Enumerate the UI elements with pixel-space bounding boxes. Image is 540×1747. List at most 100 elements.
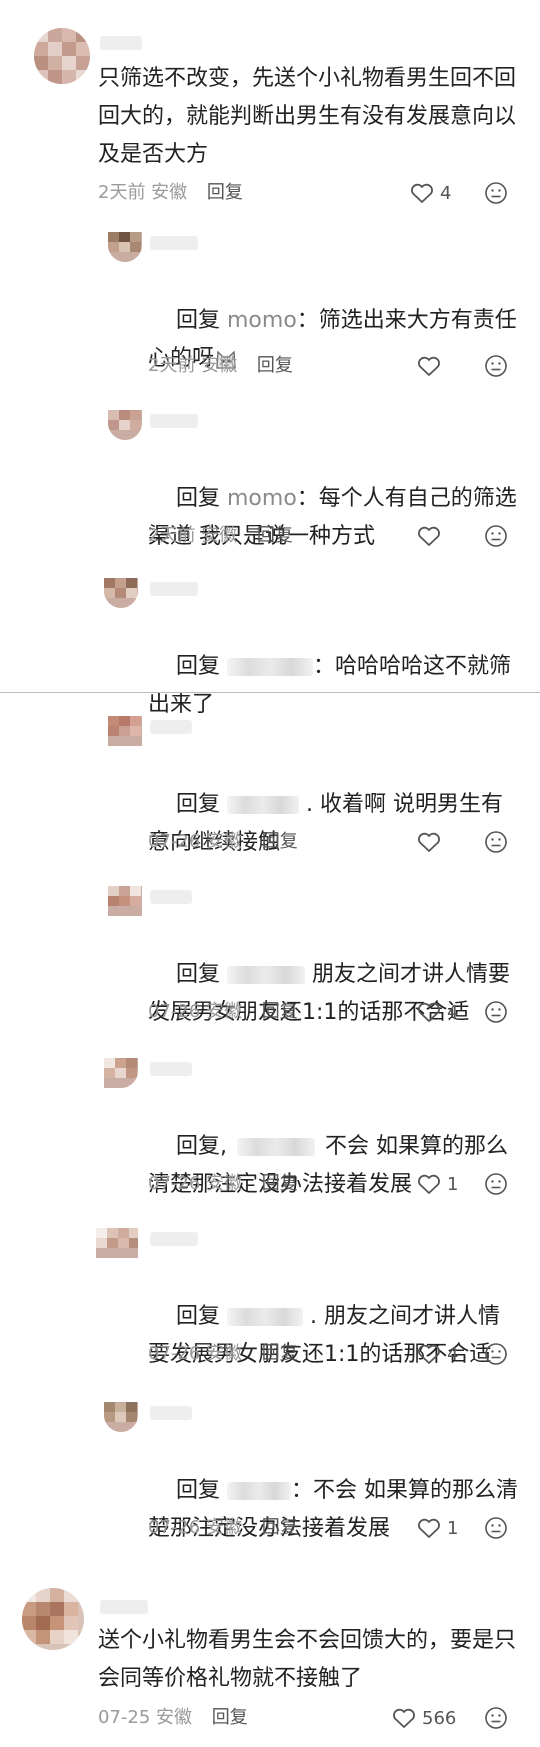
heart-icon	[393, 1708, 415, 1728]
reply-item: 回复 ：不会 如果算的那么清楚那注定没办法接着发展 07-26 安徽 回复 1	[0, 1402, 540, 1552]
reply-button[interactable]: 回复	[262, 1343, 298, 1364]
reply-button[interactable]: 回复	[262, 1173, 298, 1194]
comment-time-location: 07-25 安徽	[98, 1707, 193, 1728]
reply-button[interactable]: 回复	[207, 182, 243, 203]
reply-button[interactable]: 回复	[257, 355, 293, 376]
reply-meta: 2天前 安徽 回复	[148, 525, 293, 546]
reply-meta: 07-26 安徽 回复	[148, 1343, 298, 1364]
username[interactable]	[150, 1406, 192, 1420]
reply-target-blurred[interactable]	[227, 1482, 291, 1500]
username[interactable]	[150, 1232, 198, 1246]
comment-text: 送个小礼物看男生会不会回馈大的，要是只会同等价格礼物就不接触了	[98, 1628, 517, 1691]
reply-button[interactable]: 回复	[262, 1517, 298, 1538]
like-button[interactable]	[417, 829, 441, 855]
reply-text: 回复 . 收着啊 说明男生有意向继续接触	[148, 792, 503, 855]
heart-icon	[418, 356, 440, 376]
like-button[interactable]	[417, 353, 441, 379]
username[interactable]	[150, 414, 198, 428]
section-divider	[0, 692, 540, 693]
like-button[interactable]: 1	[417, 1515, 458, 1541]
avatar[interactable]	[104, 1402, 138, 1432]
dislike-icon[interactable]	[484, 1516, 508, 1540]
comment-item: 只筛选不改变，先送个小礼物看男生回不回回大的，就能判断出男生有没有发展意向以及是…	[0, 0, 540, 204]
reply-item: 回复 momo：每个人有自己的筛选渠道 我只是说一种方式 2天前 安徽 回复	[0, 410, 540, 560]
like-button[interactable]: 4	[417, 999, 458, 1025]
username[interactable]	[100, 1600, 148, 1614]
like-button[interactable]: 1	[417, 1171, 458, 1197]
heart-icon	[418, 1174, 440, 1194]
like-count: 4	[447, 1001, 459, 1023]
like-button[interactable]	[417, 523, 441, 549]
avatar[interactable]	[108, 716, 142, 746]
dislike-icon[interactable]	[484, 1000, 508, 1024]
comment-time-location: 2天前 安徽	[98, 182, 188, 203]
reply-target[interactable]: momo	[227, 308, 297, 333]
reply-button[interactable]: 回复	[257, 525, 293, 546]
reply-meta: 07-26 安徽 回复	[148, 1517, 298, 1538]
avatar[interactable]	[96, 1228, 138, 1258]
avatar[interactable]	[108, 232, 142, 262]
dislike-icon[interactable]	[484, 1342, 508, 1366]
like-button[interactable]: 566	[392, 1705, 456, 1731]
reply-target-blurred[interactable]	[227, 658, 313, 676]
username[interactable]	[100, 36, 142, 50]
reply-target[interactable]: momo	[227, 486, 297, 511]
like-count: 4	[447, 1343, 459, 1365]
reply-meta: 07-26 安徽 回复	[148, 1001, 298, 1022]
reply-text: 回复 momo：每个人有自己的筛选渠道 我只是说一种方式	[148, 486, 517, 549]
comment-meta: 2天前 安徽 回复	[98, 180, 243, 206]
heart-icon	[418, 1518, 440, 1538]
username[interactable]	[150, 1062, 192, 1076]
dislike-icon[interactable]	[484, 1172, 508, 1196]
heart-icon	[411, 183, 433, 203]
reply-button[interactable]: 回复	[212, 1707, 248, 1728]
avatar[interactable]	[108, 886, 142, 916]
reply-text: 回复 . 朋友之间才讲人情要发展男女朋友还1:1的话那不合适	[148, 1304, 500, 1367]
like-count: 1	[447, 1517, 459, 1539]
reply-text: 回复, 不会 如果算的那么清楚那注定没办法接着发展	[148, 1134, 508, 1197]
comment-item: 送个小礼物看男生会不会回馈大的，要是只会同等价格礼物就不接触了 07-25 安徽…	[0, 1578, 540, 1747]
reply-button[interactable]: 回复	[262, 1001, 298, 1022]
avatar[interactable]	[104, 578, 138, 608]
heart-icon	[418, 832, 440, 852]
reply-item: 回复 朋友之间才讲人情要发展男女朋友还1:1的话那不合适 07-26 安徽 回复…	[0, 886, 540, 1036]
heart-icon	[418, 526, 440, 546]
dislike-icon[interactable]	[484, 181, 508, 205]
like-count: 4	[440, 182, 452, 204]
avatar[interactable]	[34, 28, 90, 84]
avatar[interactable]	[22, 1588, 84, 1650]
reply-meta: 07-26 安徽 回复	[148, 831, 298, 852]
reply-target-blurred[interactable]	[227, 966, 305, 984]
reply-text: 回复 朋友之间才讲人情要发展男女朋友还1:1的话那不合适	[148, 962, 511, 1025]
comment-meta: 07-25 安徽 回复	[98, 1705, 248, 1731]
reply-item: 回复 ：哈哈哈哈这不就筛出来了	[0, 578, 540, 717]
reply-item: 回复 . 朋友之间才讲人情要发展男女朋友还1:1的话那不合适 07-26 安徽 …	[0, 1228, 540, 1378]
username[interactable]	[150, 720, 192, 734]
comment-text: 只筛选不改变，先送个小礼物看男生回不回回大的，就能判断出男生有没有发展意向以及是…	[98, 66, 517, 167]
username[interactable]	[150, 890, 192, 904]
heart-icon	[418, 1344, 440, 1364]
heart-icon	[418, 1002, 440, 1022]
reply-text: 回复 ：不会 如果算的那么清楚那注定没办法接着发展	[148, 1478, 518, 1541]
like-count: 1	[447, 1173, 459, 1195]
reply-item: 回复 . 收着啊 说明男生有意向继续接触 07-26 安徽 回复	[0, 716, 540, 866]
dislike-icon[interactable]	[484, 354, 508, 378]
like-button[interactable]: 4	[417, 1341, 458, 1367]
reply-meta: 07-26 安徽 回复	[148, 1173, 298, 1194]
username[interactable]	[150, 582, 198, 596]
reply-item: 回复 momo：筛选出来大方有责任心的呀 2天前 安徽 回复	[0, 232, 540, 382]
reply-item: 回复, 不会 如果算的那么清楚那注定没办法接着发展 07-26 安徽 回复 1	[0, 1058, 540, 1208]
reply-text: 回复 momo：筛选出来大方有责任心的呀	[148, 308, 517, 371]
reply-meta: 2天前 安徽 回复	[148, 355, 293, 376]
avatar[interactable]	[104, 1058, 138, 1088]
reply-target-blurred[interactable]	[236, 1138, 315, 1156]
dislike-icon[interactable]	[484, 524, 508, 548]
reply-target-blurred[interactable]	[227, 1308, 303, 1326]
reply-target-blurred[interactable]	[227, 796, 299, 814]
reply-button[interactable]: 回复	[262, 831, 298, 852]
username[interactable]	[150, 236, 198, 250]
like-button[interactable]: 4	[410, 180, 451, 206]
dislike-icon[interactable]	[484, 1706, 508, 1730]
avatar[interactable]	[108, 410, 142, 440]
dislike-icon[interactable]	[484, 830, 508, 854]
